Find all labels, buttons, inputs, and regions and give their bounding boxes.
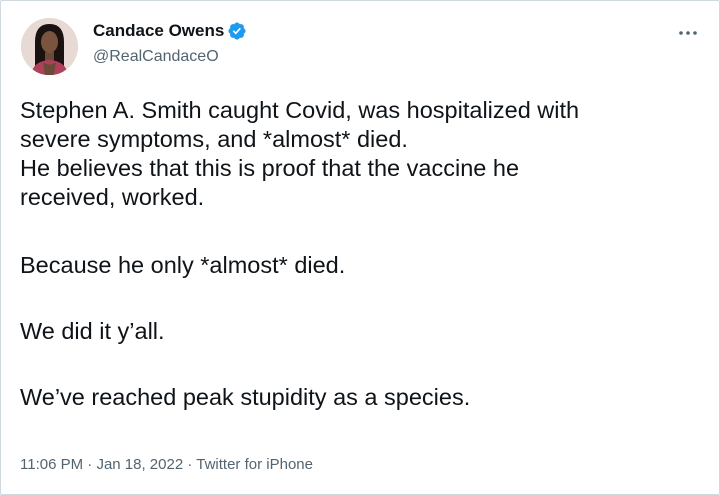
tweet-card: Candace Owens @RealCandaceO Stephen A. S…	[0, 0, 720, 495]
meta-separator: ·	[83, 456, 97, 473]
author-handle[interactable]: @RealCandaceO	[93, 47, 219, 67]
meta-separator: ·	[183, 456, 197, 473]
more-horizontal-icon	[679, 31, 697, 35]
tweet-line: We did it y’all.	[20, 318, 165, 344]
tweet-source[interactable]: Twitter for iPhone	[196, 456, 313, 473]
tweet-time[interactable]: 11:06 PM	[20, 456, 83, 473]
tweet-metadata: 11:06 PM · Jan 18, 2022 · Twitter for iP…	[20, 455, 313, 475]
tweet-line: We’ve reached peak stupidity as a specie…	[20, 384, 471, 410]
tweet-date[interactable]: Jan 18, 2022	[96, 456, 183, 473]
display-name[interactable]: Candace Owens	[93, 20, 247, 42]
tweet-line: He believes that this is proof that the …	[20, 155, 520, 181]
avatar[interactable]	[21, 18, 78, 75]
tweet-line: received, worked.	[20, 184, 205, 210]
avatar-image	[21, 18, 78, 75]
author-name[interactable]: Candace Owens	[93, 20, 224, 42]
verified-badge-icon	[228, 22, 246, 40]
more-options-button[interactable]	[673, 23, 703, 43]
tweet-line: Because he only *almost* died.	[20, 252, 346, 278]
tweet-text: Stephen A. Smith caught Covid, was hospi…	[20, 96, 710, 412]
tweet-line: Stephen A. Smith caught Covid, was hospi…	[20, 97, 580, 123]
tweet-line: severe symptoms, and *almost* died.	[20, 126, 408, 152]
